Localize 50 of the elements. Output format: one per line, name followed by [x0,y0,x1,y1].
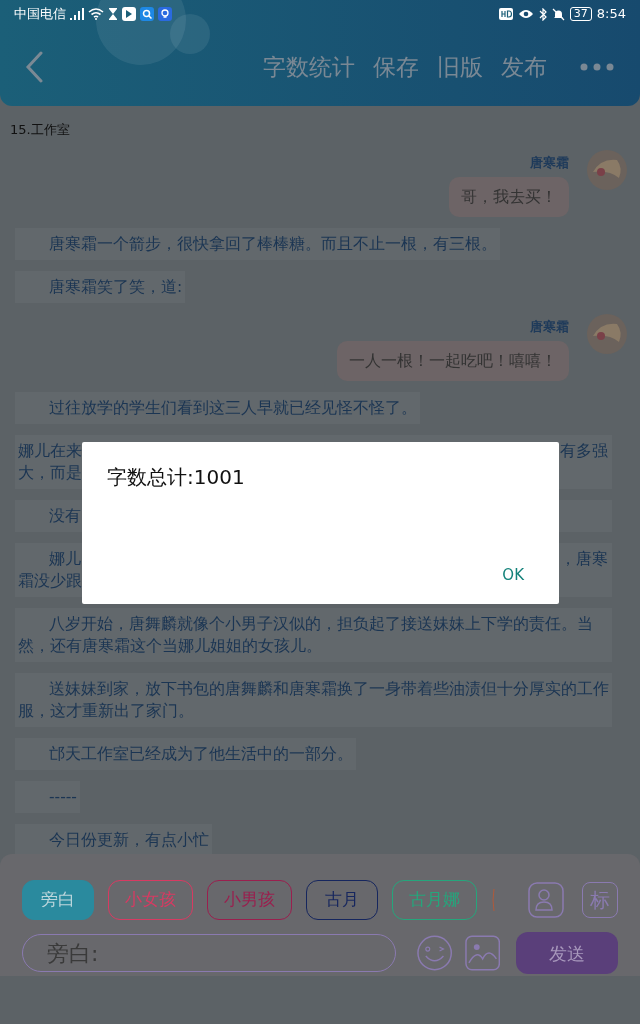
ok-button[interactable]: OK [492,563,534,586]
signal-icon [70,8,84,20]
narration-fragment: 娜儿 [48,548,81,570]
person-icon[interactable] [528,882,564,918]
toolbar-action[interactable]: 发布 [501,49,547,85]
eye-icon [517,8,534,20]
narration-paragraph: ----- [15,780,80,813]
narration-fragment: 霜没少跟 [18,570,82,592]
role-chip[interactable]: 小男孩 [207,880,292,920]
app-icon [122,7,136,21]
search-icon [140,7,154,21]
narration-paragraph: 今日份更新，有点小忙 [15,823,212,856]
narration-paragraph: 唐寒霜笑了笑，道: [15,270,186,303]
narration-fragment: 娜儿在来 [18,440,82,462]
chip-edge-icon [491,888,495,912]
hourglass-icon [108,8,118,20]
role-chip[interactable]: 旁白 [22,880,94,920]
toolbar-action[interactable]: 字数统计 [263,49,355,85]
bluetooth-icon [538,7,547,21]
role-chip[interactable]: 小女孩 [108,880,193,920]
toolbar-action[interactable]: 保存 [373,49,419,85]
narration-paragraph: 八岁开始，唐舞麟就像个小男子汉似的，担负起了接送妹妹上下学的责任。当然，还有唐寒霜这个当娜儿姐姐的女孩儿。 [15,607,612,662]
battery-indicator: 37 [569,7,592,21]
role-chip[interactable]: 古月娜 [392,880,477,920]
hd-icon [498,8,513,20]
back-icon[interactable] [24,51,44,83]
narration-fragment: ，唐寒 [560,548,609,570]
clock-time: 8:54 [596,5,626,24]
narration-fragment: 没有 [48,505,81,527]
image-icon[interactable] [464,935,501,971]
speaker-name: 唐寒霜 [530,154,569,171]
bulb-icon [158,7,172,21]
bell-off-icon [551,7,565,21]
message-bubble: 哥，我去买！ [449,176,569,217]
tag-button[interactable]: 标 [582,882,618,918]
wifi-icon [88,8,104,20]
send-button[interactable]: 发送 [516,932,618,974]
avatar [587,149,627,190]
speaker-name: 唐寒霜 [530,318,569,335]
avatar [587,313,627,354]
toolbar-action[interactable]: 旧版 [437,49,483,85]
carrier-name: 中国电信 [14,5,66,24]
narration-paragraph: 过往放学的学生们看到这三人早就已经见怪不怪了。 [15,391,420,424]
chapter-title: 15.工作室 [10,121,71,139]
dialog-message: 字数总计:1001 [107,464,246,491]
narration-fragment: 有多强 [560,440,609,462]
wink-emoji-icon[interactable] [415,934,453,972]
narration-fragment: 大，而是 [18,462,82,484]
role-chip[interactable]: 古月 [306,880,378,920]
more-icon[interactable] [580,63,614,71]
